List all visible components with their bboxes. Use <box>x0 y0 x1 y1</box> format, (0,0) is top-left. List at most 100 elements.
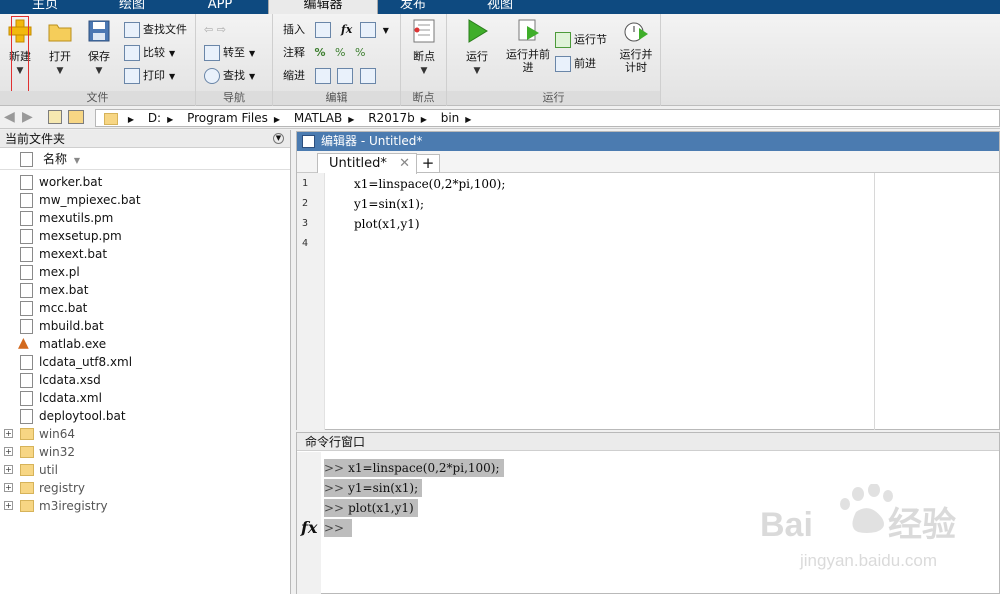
folder-icon <box>20 482 34 494</box>
goto-button[interactable]: 转至 ▼ <box>204 43 255 63</box>
command-prompt[interactable]: >> <box>324 519 353 537</box>
editor-title-bar: 编辑器 - Untitled* <box>297 132 999 151</box>
plus-icon: + <box>421 154 435 172</box>
nav-back-icon[interactable]: ⇦ <box>204 23 213 36</box>
new-button-highlight <box>11 16 29 101</box>
xml-file-icon <box>20 355 33 370</box>
back-arrow-icon[interactable]: ◀ <box>4 109 15 125</box>
tab-editor[interactable]: 编辑器 <box>268 0 378 14</box>
tab-untitled[interactable]: Untitled* ✕ <box>317 153 417 174</box>
run-section-button[interactable]: 运行节 <box>555 30 607 50</box>
folder-icon <box>20 446 34 458</box>
print-button[interactable]: 打印 ▼ <box>124 66 175 86</box>
tab-plots[interactable]: 绘图 <box>92 0 172 14</box>
run-section-icon <box>555 32 571 48</box>
ribbon-tab-bar: 主页 绘图 APP 编辑器 发布 视图 <box>0 0 1000 14</box>
line-number-gutter: 1 2 3 4 <box>297 173 325 430</box>
uncomment-icon[interactable]: % <box>335 46 345 59</box>
up-folder-icon[interactable] <box>48 110 62 124</box>
command-window-title: 命令行窗口 <box>297 433 999 451</box>
open-folder-icon <box>47 18 73 44</box>
folder-icon <box>20 464 34 476</box>
edit-group-label: 编辑 <box>273 91 400 105</box>
breadcrumb-separator-icon[interactable]: ▶ <box>465 115 471 124</box>
smart-indent-icon[interactable] <box>314 68 331 84</box>
file-icon <box>20 373 33 388</box>
breadcrumb-separator-icon[interactable]: ▶ <box>167 115 173 124</box>
comment-button[interactable]: 注释 % % % <box>283 43 365 63</box>
insert-function-icon[interactable]: fx <box>341 23 352 36</box>
save-dropdown-icon[interactable]: ▼ <box>79 66 119 76</box>
code-line: y1=sin(x1); <box>354 197 425 211</box>
panel-actions-icon[interactable]: ▼ <box>273 133 284 144</box>
breadcrumb-program-files[interactable]: Program Files <box>187 111 268 125</box>
nav-forward-icon[interactable]: ⇨ <box>217 23 226 36</box>
editor-tab-strip: Untitled* ✕ + <box>297 151 999 174</box>
breadcrumb-separator-icon[interactable]: ▶ <box>348 115 354 124</box>
decrease-indent-icon[interactable] <box>359 68 376 84</box>
bat-file-icon <box>20 193 33 208</box>
increase-indent-icon[interactable] <box>337 68 353 84</box>
find-files-button[interactable]: 查找文件 <box>124 20 187 40</box>
compare-button[interactable]: 比较 ▼ <box>124 43 175 63</box>
breadcrumb-bin[interactable]: bin <box>441 111 460 125</box>
comment-percent-icon[interactable]: % <box>315 46 326 59</box>
goto-dropdown-icon: ▼ <box>249 49 256 58</box>
breadcrumb-version[interactable]: R2017b <box>368 111 415 125</box>
search-icon <box>204 68 220 84</box>
insert-section-icon <box>314 22 331 38</box>
breadcrumb-matlab[interactable]: MATLAB <box>294 111 342 125</box>
close-tab-icon[interactable]: ✕ <box>399 154 410 173</box>
svg-text:经验: 经验 <box>888 505 956 544</box>
open-dropdown-icon[interactable]: ▼ <box>40 66 80 76</box>
folder-icon <box>20 428 34 440</box>
tab-home[interactable]: 主页 <box>10 0 80 14</box>
breadcrumb-separator-icon[interactable]: ▶ <box>128 115 134 124</box>
run-play-icon <box>464 18 490 44</box>
tab-apps[interactable]: APP <box>185 0 255 14</box>
baidu-paw-logo: Bai 经验 jingyan.baidu.com <box>760 483 956 570</box>
bat-file-icon <box>20 301 33 316</box>
command-history-line: >> plot(x1,y1) <box>324 499 418 517</box>
expand-icon[interactable]: + <box>4 447 13 456</box>
tab-publish[interactable]: 发布 <box>378 0 448 14</box>
save-button[interactable]: 保存 ▼ <box>79 18 119 76</box>
breakpoints-button[interactable]: 断点 ▼ <box>404 18 444 76</box>
wrap-comments-icon[interactable]: % <box>355 46 365 59</box>
expand-icon[interactable]: + <box>4 501 13 510</box>
sort-dropdown-icon: ▼ <box>73 156 80 165</box>
new-tab-button[interactable]: + <box>416 154 440 173</box>
run-and-advance-button[interactable]: 运行并前进 <box>505 18 551 74</box>
insert-dropdown-icon: ▼ <box>382 26 389 35</box>
run-button[interactable]: 运行 ▼ <box>457 18 497 76</box>
breakpoints-icon <box>411 18 437 44</box>
code-area[interactable]: x1=linspace(0,2*pi,100); y1=sin(x1); plo… <box>326 173 1000 430</box>
run-group: 运行 ▼ 运行并前进 运行节 前进 运行并计时 运行 <box>447 14 661 106</box>
editor-icon <box>302 135 315 148</box>
breadcrumb-drive[interactable]: D: <box>148 111 161 125</box>
navigate-group: ⇦ ⇨ 转至 ▼ 查找 ▼ 导航 <box>196 14 273 106</box>
run-and-time-button[interactable]: 运行并计时 <box>615 18 657 74</box>
browse-folder-icon[interactable] <box>68 110 84 124</box>
back-forward-buttons[interactable]: ⇦ ⇨ <box>204 20 226 40</box>
expand-icon[interactable]: + <box>4 429 13 438</box>
breadcrumb-separator-icon[interactable]: ▶ <box>274 115 280 124</box>
run-dropdown-icon[interactable]: ▼ <box>457 66 497 76</box>
breakpoints-dropdown-icon[interactable]: ▼ <box>404 66 444 76</box>
find-button[interactable]: 查找 ▼ <box>204 66 255 86</box>
breadcrumb-separator-icon[interactable]: ▶ <box>421 115 427 124</box>
ribbon: 新建 ▼ 打开 ▼ 保存 ▼ 查找文件 比较 ▼ 打印 ▼ 文件 ⇦ ⇨ 转至 … <box>0 14 1000 106</box>
bat-file-icon <box>20 409 33 424</box>
tab-view[interactable]: 视图 <box>460 0 540 14</box>
compare-dropdown-icon: ▼ <box>169 49 176 58</box>
advance-button[interactable]: 前进 <box>555 54 596 74</box>
open-button[interactable]: 打开 ▼ <box>40 18 80 76</box>
folder-path-breadcrumb[interactable]: ▶ D: ▶ Program Files ▶ MATLAB ▶ R2017b ▶ bin… <box>95 109 1000 127</box>
run-and-advance-icon <box>515 18 541 44</box>
insert-button[interactable]: 插入 fx ▼ <box>283 20 389 40</box>
name-column-header[interactable]: 名称 ▼ <box>0 148 290 170</box>
forward-arrow-icon[interactable]: ▶ <box>22 109 33 125</box>
indent-button[interactable]: 缩进 <box>283 66 379 86</box>
expand-icon[interactable]: + <box>4 465 13 474</box>
expand-icon[interactable]: + <box>4 483 13 492</box>
